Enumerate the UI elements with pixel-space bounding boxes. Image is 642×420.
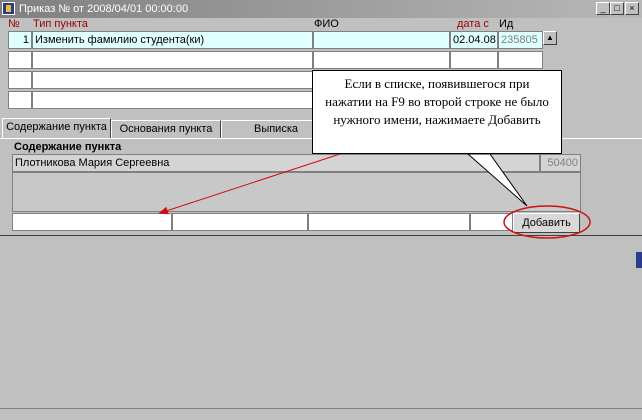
annotation-callout: Если в списке, появившегося при нажатии … — [312, 70, 562, 154]
highlight-ellipse — [503, 205, 591, 239]
annotation-overlay — [158, 153, 591, 239]
order-window: Приказ № от 2008/04/01 00:00:00 _ □ × № … — [0, 0, 642, 420]
callout-pointer — [466, 153, 528, 207]
annotation-arrow — [158, 153, 341, 215]
